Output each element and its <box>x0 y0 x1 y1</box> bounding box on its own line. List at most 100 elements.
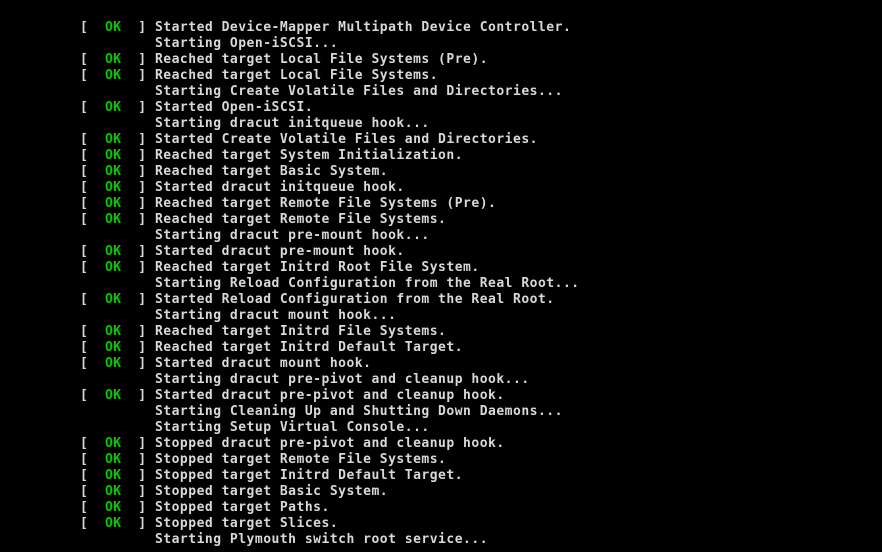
status-ok: OK <box>105 356 122 371</box>
boot-message: Stopped target Remote File Systems. <box>155 452 446 467</box>
bracket-close: ] <box>138 500 146 515</box>
bracket-close: ] <box>138 516 146 531</box>
bracket-close: ] <box>138 100 146 115</box>
boot-line: [ OK ] Reached target Local File Systems… <box>80 68 882 84</box>
status-ok: OK <box>105 324 122 339</box>
bracket-close: ] <box>138 484 146 499</box>
boot-line: [ OK ] Started Open-iSCSI. <box>80 100 882 116</box>
indent <box>80 276 155 291</box>
boot-line: [ OK ] Stopped target Basic System. <box>80 484 882 500</box>
bracket-open: [ <box>80 68 88 83</box>
bracket-open: [ <box>80 244 88 259</box>
boot-message: Starting Reload Configuration from the R… <box>155 276 580 291</box>
indent <box>80 420 155 435</box>
boot-message: Stopped dracut pre-pivot and cleanup hoo… <box>155 436 505 451</box>
bracket-close: ] <box>138 164 146 179</box>
status-ok: OK <box>105 148 122 163</box>
status-ok: OK <box>105 180 122 195</box>
bracket-close: ] <box>138 260 146 275</box>
boot-line: [ OK ] Stopped target Paths. <box>80 500 882 516</box>
bracket-close: ] <box>138 132 146 147</box>
boot-line: [ OK ] Reached target Remote File System… <box>80 212 882 228</box>
boot-line: Starting dracut pre-pivot and cleanup ho… <box>80 372 882 388</box>
indent <box>80 36 155 51</box>
boot-message: Started Open-iSCSI. <box>155 100 313 115</box>
boot-message: Starting dracut initqueue hook... <box>155 116 430 131</box>
bracket-close: ] <box>138 340 146 355</box>
boot-message: Started dracut initqueue hook. <box>155 180 405 195</box>
boot-line: [ OK ] Started Reload Configuration from… <box>80 292 882 308</box>
bracket-open: [ <box>80 340 88 355</box>
status-ok: OK <box>105 500 122 515</box>
bracket-open: [ <box>80 180 88 195</box>
status-ok: OK <box>105 244 122 259</box>
boot-message: Started Create Volatile Files and Direct… <box>155 132 538 147</box>
boot-line: [ OK ] Started dracut initqueue hook. <box>80 180 882 196</box>
bracket-open: [ <box>80 436 88 451</box>
boot-message: Reached target Basic System. <box>155 164 388 179</box>
bracket-open: [ <box>80 132 88 147</box>
boot-line: [ OK ] Reached target Basic System. <box>80 164 882 180</box>
bracket-open: [ <box>80 500 88 515</box>
boot-line: [ OK ] Reached target Remote File System… <box>80 196 882 212</box>
boot-line: [ OK ] Stopped target Slices. <box>80 516 882 532</box>
boot-line: [ OK ] Stopped dracut pre-pivot and clea… <box>80 436 882 452</box>
boot-message: Starting Cleaning Up and Shutting Down D… <box>155 404 563 419</box>
status-ok: OK <box>105 196 122 211</box>
bracket-open: [ <box>80 100 88 115</box>
boot-message: Starting Create Volatile Files and Direc… <box>155 84 563 99</box>
bracket-open: [ <box>80 52 88 67</box>
boot-message: Started dracut pre-pivot and cleanup hoo… <box>155 388 505 403</box>
status-ok: OK <box>105 468 122 483</box>
boot-message: Reached target Local File Systems. <box>155 68 438 83</box>
boot-message: Started Device-Mapper Multipath Device C… <box>155 20 571 35</box>
boot-line: [ OK ] Reached target Initrd File System… <box>80 324 882 340</box>
bracket-open: [ <box>80 148 88 163</box>
boot-line: [ OK ] Started dracut pre-mount hook. <box>80 244 882 260</box>
bracket-open: [ <box>80 292 88 307</box>
indent <box>80 532 155 547</box>
bracket-close: ] <box>138 68 146 83</box>
bracket-close: ] <box>138 324 146 339</box>
boot-line: [ OK ] Reached target Initrd Root File S… <box>80 260 882 276</box>
boot-line: [ OK ] Started Create Volatile Files and… <box>80 132 882 148</box>
boot-line: Starting Open-iSCSI... <box>80 36 882 52</box>
bracket-close: ] <box>138 180 146 195</box>
indent <box>80 308 155 323</box>
boot-line: [ OK ] Started dracut mount hook. <box>80 356 882 372</box>
boot-message: Starting dracut mount hook... <box>155 308 396 323</box>
bracket-close: ] <box>138 52 146 67</box>
boot-message: Started dracut pre-mount hook. <box>155 244 405 259</box>
boot-message: Stopped target Initrd Default Target. <box>155 468 463 483</box>
bracket-close: ] <box>138 148 146 163</box>
status-ok: OK <box>105 516 122 531</box>
indent <box>80 372 155 387</box>
status-ok: OK <box>105 340 122 355</box>
indent <box>80 116 155 131</box>
bracket-close: ] <box>138 20 146 35</box>
status-ok: OK <box>105 164 122 179</box>
bracket-close: ] <box>138 452 146 467</box>
boot-line: Starting Setup Virtual Console... <box>80 420 882 436</box>
boot-line: Starting dracut pre-mount hook... <box>80 228 882 244</box>
boot-line: Starting Create Volatile Files and Direc… <box>80 84 882 100</box>
bracket-open: [ <box>80 468 88 483</box>
bracket-open: [ <box>80 196 88 211</box>
status-ok: OK <box>105 100 122 115</box>
boot-console: [ OK ] Started Device-Mapper Multipath D… <box>0 0 882 548</box>
status-ok: OK <box>105 452 122 467</box>
boot-line: Starting dracut initqueue hook... <box>80 116 882 132</box>
boot-message: Reached target System Initialization. <box>155 148 463 163</box>
boot-line: Starting Reload Configuration from the R… <box>80 276 882 292</box>
bracket-open: [ <box>80 212 88 227</box>
status-ok: OK <box>105 436 122 451</box>
boot-message: Reached target Initrd Default Target. <box>155 340 463 355</box>
boot-line: [ OK ] Reached target Local File Systems… <box>80 52 882 68</box>
status-ok: OK <box>105 132 122 147</box>
boot-message: Reached target Initrd Root File System. <box>155 260 480 275</box>
boot-line: Starting dracut mount hook... <box>80 308 882 324</box>
bracket-close: ] <box>138 212 146 227</box>
boot-message: Reached target Remote File Systems. <box>155 212 446 227</box>
bracket-open: [ <box>80 388 88 403</box>
boot-message: Starting Plymouth switch root service... <box>155 532 488 547</box>
